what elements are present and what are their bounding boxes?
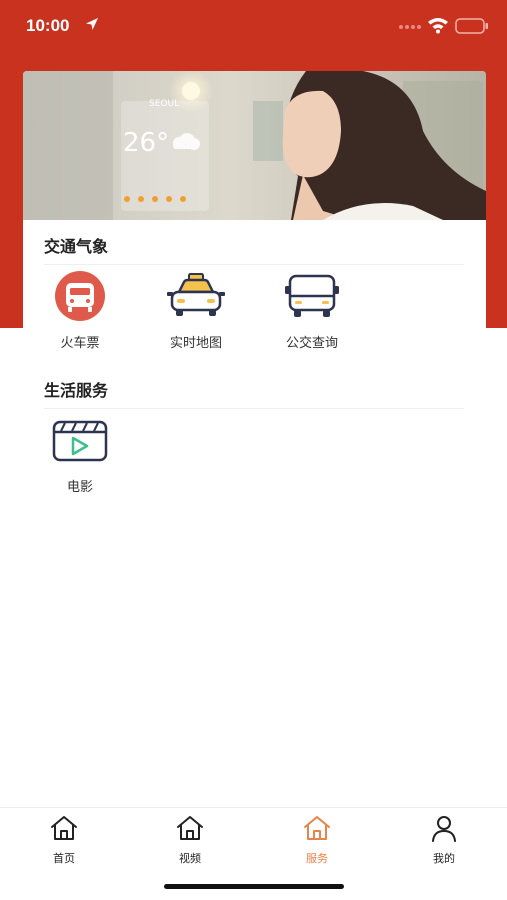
banner-illustration: SEOUL 26° bbox=[23, 71, 486, 220]
tab-label: 我的 bbox=[433, 852, 455, 865]
tab-services[interactable]: 服务 bbox=[277, 814, 357, 866]
wifi-icon bbox=[428, 18, 448, 34]
section-divider bbox=[44, 408, 464, 409]
user-icon bbox=[432, 816, 456, 842]
section-title-life-services: 生活服务 bbox=[44, 381, 109, 400]
train-icon bbox=[55, 271, 105, 321]
tab-video[interactable]: 视频 bbox=[150, 814, 230, 866]
banner-city: SEOUL bbox=[149, 99, 179, 109]
cellular-signal-icon bbox=[399, 25, 421, 29]
home-icon bbox=[304, 816, 330, 840]
banner-image[interactable]: SEOUL 26° bbox=[23, 71, 486, 220]
tab-label: 首页 bbox=[53, 852, 75, 865]
home-icon bbox=[51, 816, 77, 840]
service-item-bus-query[interactable]: 公交查询 bbox=[262, 270, 362, 351]
service-label: 实时地图 bbox=[169, 336, 222, 351]
service-label: 电影 bbox=[66, 480, 93, 495]
taxi-icon bbox=[167, 273, 225, 316]
tab-profile[interactable]: 我的 bbox=[404, 814, 484, 866]
tab-label: 服务 bbox=[306, 852, 328, 865]
service-label: 公交查询 bbox=[285, 336, 338, 351]
section-title-transport: 交通气象 bbox=[44, 237, 109, 256]
status-time: 10:00 bbox=[26, 16, 70, 35]
home-indicator bbox=[164, 884, 344, 889]
banner-temperature: 26° bbox=[123, 128, 169, 158]
battery-icon bbox=[455, 18, 488, 34]
service-item-movie[interactable]: 电影 bbox=[30, 414, 130, 495]
status-bar: 10:00 bbox=[0, 0, 507, 52]
home-icon bbox=[177, 816, 203, 840]
bus-icon bbox=[285, 274, 339, 317]
service-item-live-map[interactable]: 实时地图 bbox=[146, 270, 246, 351]
location-arrow-icon bbox=[86, 18, 98, 30]
tab-home[interactable]: 首页 bbox=[24, 814, 104, 866]
service-label: 火车票 bbox=[60, 336, 100, 351]
movie-clapper-icon bbox=[52, 420, 108, 462]
tab-label: 视频 bbox=[179, 852, 201, 865]
section-divider bbox=[44, 264, 464, 265]
service-item-train-ticket[interactable]: 火车票 bbox=[30, 270, 130, 351]
